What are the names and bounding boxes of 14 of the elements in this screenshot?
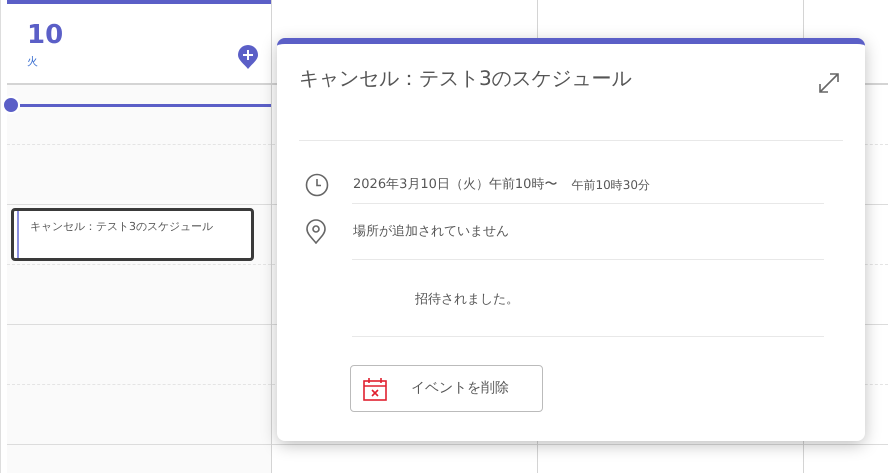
invitation-text: 招待されました。	[415, 292, 519, 307]
calendar-delete-icon	[363, 376, 387, 400]
location-pin-icon	[305, 219, 327, 244]
weekday-label: 火	[27, 54, 38, 70]
delete-event-button[interactable]: イベントを削除	[350, 365, 543, 412]
add-event-icon[interactable]	[237, 44, 259, 70]
event-block[interactable]: キャンセル：テスト3のスケジュール	[11, 208, 254, 261]
location-text: 場所が追加されていません	[353, 222, 509, 241]
event-time-text: 2026年3月10日（火）午前10時〜	[353, 176, 558, 194]
expand-icon[interactable]	[818, 72, 840, 94]
event-end-time-text: 午前10時30分	[571, 177, 650, 194]
popup-title: キャンセル：テスト3のスケジュール	[299, 66, 632, 91]
day-number[interactable]: 10	[27, 22, 64, 48]
clock-icon	[305, 173, 329, 197]
